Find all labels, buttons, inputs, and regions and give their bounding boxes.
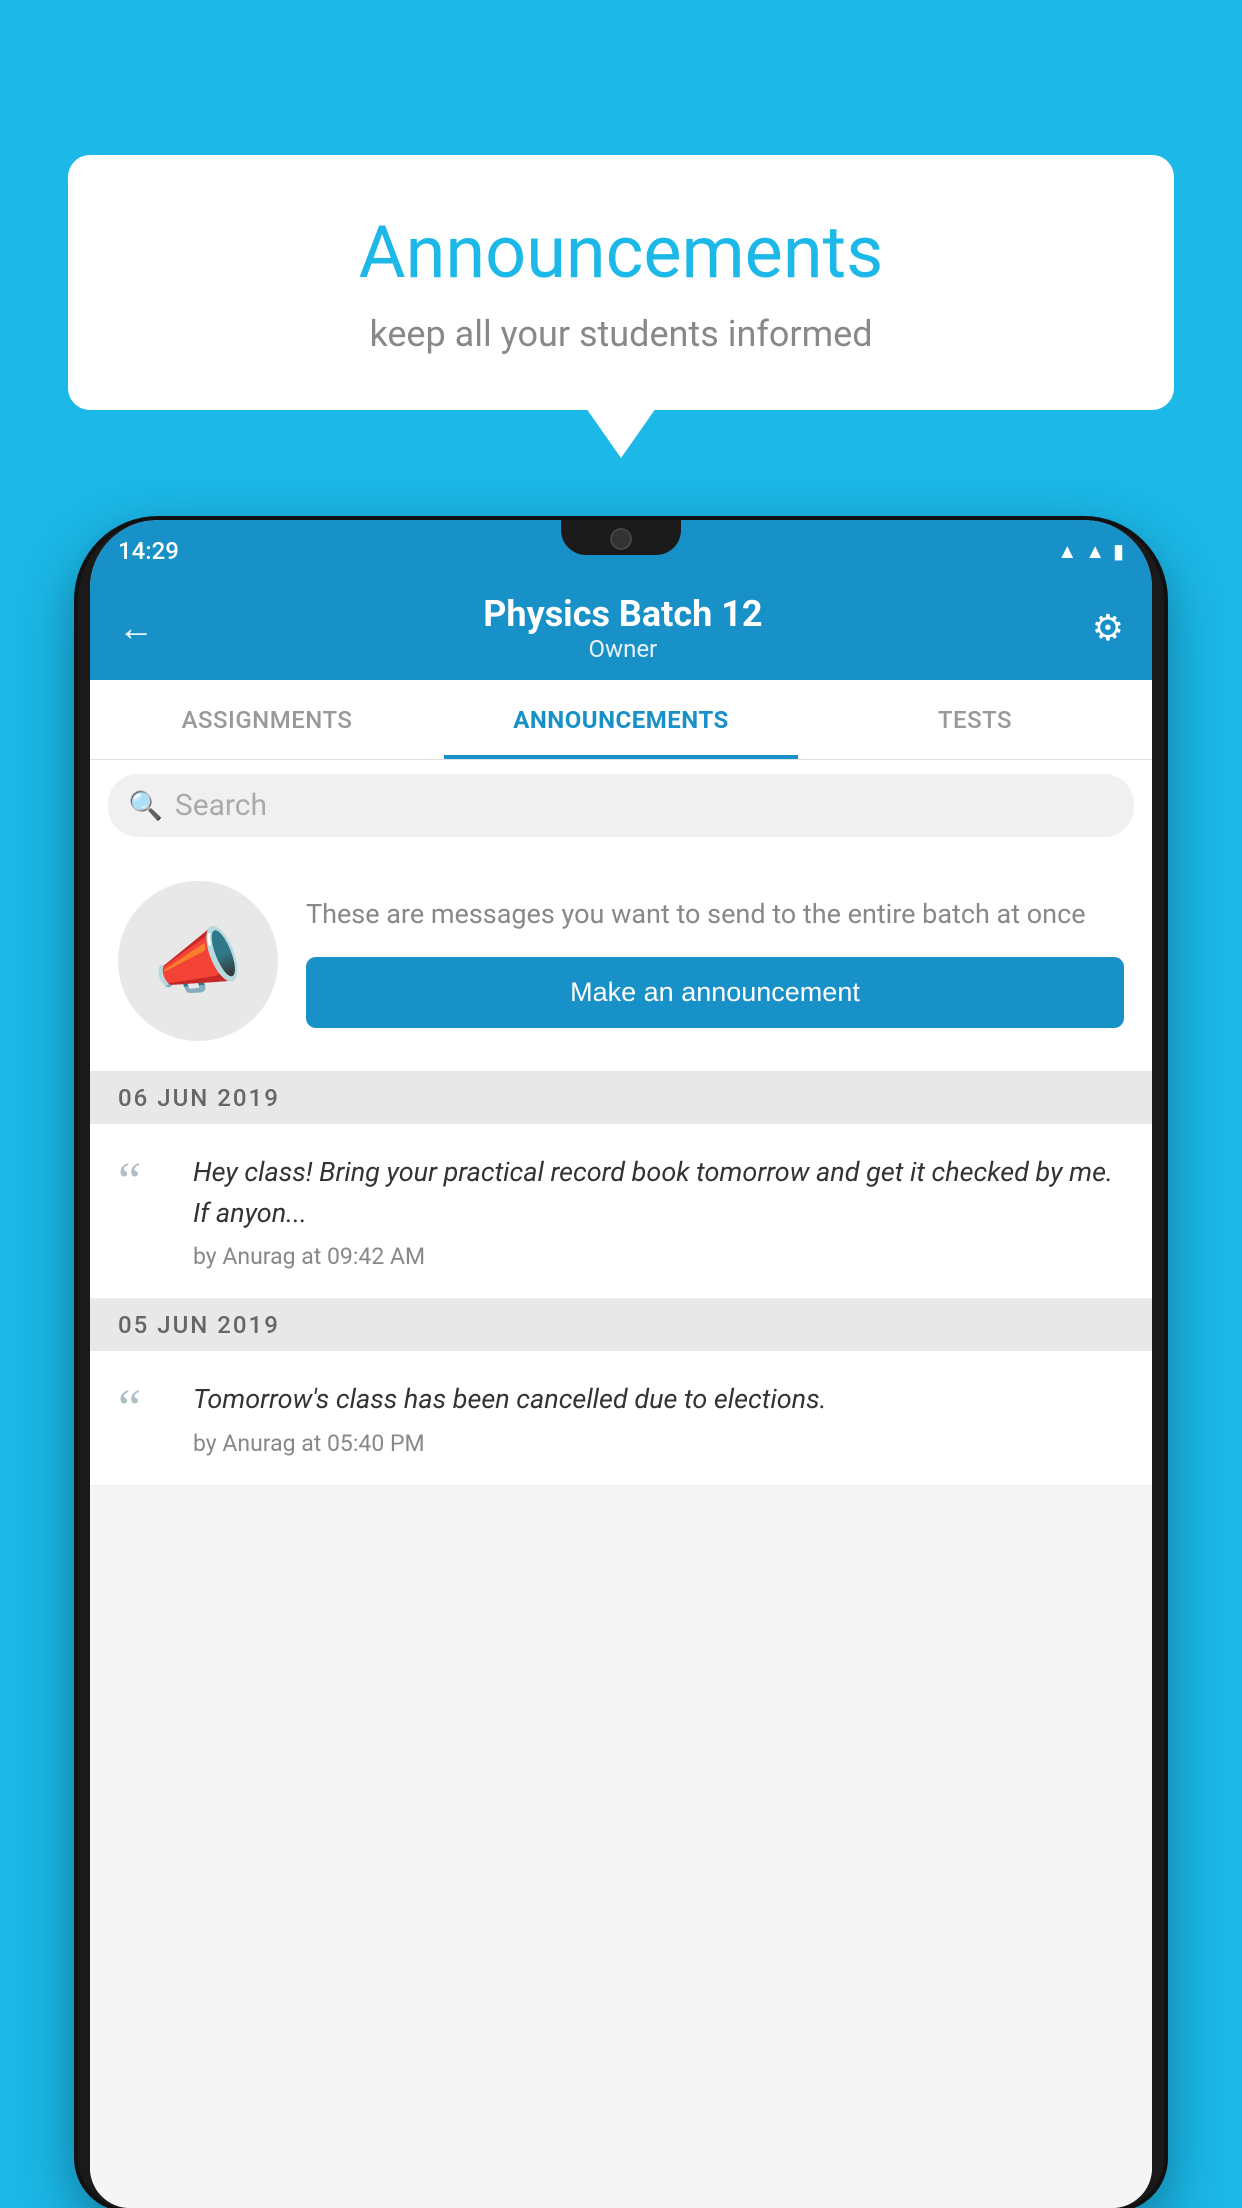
front-camera: [610, 528, 632, 550]
wifi-icon: ▲: [1057, 539, 1077, 564]
search-bar-container: 🔍 Search: [90, 760, 1152, 851]
header-subtitle: Owner: [154, 635, 1092, 663]
date-label-1: 06 JUN 2019: [118, 1084, 280, 1112]
empty-state: 📣 These are messages you want to send to…: [90, 851, 1152, 1072]
battery-icon: ▮: [1113, 539, 1124, 563]
announcement-content-1: Hey class! Bring your practical record b…: [193, 1152, 1124, 1270]
quote-icon-1: “: [118, 1156, 173, 1270]
header-title: Physics Batch 12: [154, 593, 1092, 635]
settings-button[interactable]: ⚙: [1092, 607, 1124, 649]
speech-bubble-subtitle: keep all your students informed: [108, 313, 1134, 355]
phone-notch: [561, 520, 681, 555]
quote-icon-2: “: [118, 1383, 173, 1457]
search-icon: 🔍: [128, 789, 163, 822]
tab-bar: ASSIGNMENTS ANNOUNCEMENTS TESTS: [90, 680, 1152, 760]
app-header: ← Physics Batch 12 Owner ⚙: [90, 575, 1152, 680]
speech-bubble-title: Announcements: [108, 210, 1134, 295]
tab-tests[interactable]: TESTS: [798, 680, 1152, 759]
phone-frame: 14:29 ▲ ▲ ▮ ← Physics Batch 12 Owner ⚙ A…: [78, 520, 1164, 2208]
empty-state-right: These are messages you want to send to t…: [306, 894, 1124, 1028]
announcement-meta-2: by Anurag at 05:40 PM: [193, 1430, 1124, 1457]
announcement-text-2: Tomorrow's class has been cancelled due …: [193, 1379, 1124, 1420]
tab-assignments[interactable]: ASSIGNMENTS: [90, 680, 444, 759]
megaphone-icon: 📣: [153, 919, 243, 1004]
date-divider-2: 05 JUN 2019: [90, 1299, 1152, 1351]
search-input-placeholder[interactable]: Search: [175, 788, 267, 823]
screen-content: 🔍 Search 📣 These are messages you want t…: [90, 760, 1152, 2208]
date-label-2: 05 JUN 2019: [118, 1311, 280, 1339]
back-button[interactable]: ←: [118, 607, 154, 649]
date-divider-1: 06 JUN 2019: [90, 1072, 1152, 1124]
speech-bubble: Announcements keep all your students inf…: [68, 155, 1174, 410]
header-center: Physics Batch 12 Owner: [154, 593, 1092, 663]
signal-icon: ▲: [1085, 539, 1105, 564]
make-announcement-button[interactable]: Make an announcement: [306, 957, 1124, 1028]
announcement-icon-circle: 📣: [118, 881, 278, 1041]
empty-state-description: These are messages you want to send to t…: [306, 894, 1124, 935]
tab-announcements[interactable]: ANNOUNCEMENTS: [444, 680, 798, 759]
announcement-item-2[interactable]: “ Tomorrow's class has been cancelled du…: [90, 1351, 1152, 1486]
announcement-item-1[interactable]: “ Hey class! Bring your practical record…: [90, 1124, 1152, 1299]
status-time: 14:29: [118, 537, 179, 565]
announcement-content-2: Tomorrow's class has been cancelled due …: [193, 1379, 1124, 1457]
search-bar[interactable]: 🔍 Search: [108, 774, 1134, 837]
speech-bubble-container: Announcements keep all your students inf…: [68, 155, 1174, 410]
announcement-meta-1: by Anurag at 09:42 AM: [193, 1243, 1124, 1270]
announcement-text-1: Hey class! Bring your practical record b…: [193, 1152, 1124, 1233]
status-icons: ▲ ▲ ▮: [1057, 539, 1124, 564]
phone-screen: 14:29 ▲ ▲ ▮ ← Physics Batch 12 Owner ⚙ A…: [90, 520, 1152, 2208]
